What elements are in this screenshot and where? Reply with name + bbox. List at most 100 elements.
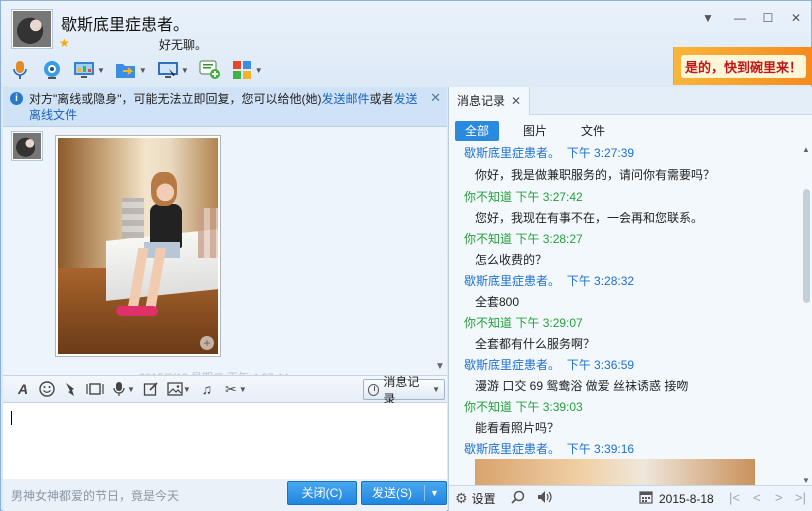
microphone-icon xyxy=(9,59,31,81)
message-history-label: 消息记录 xyxy=(383,374,420,406)
gear-icon: ⚙ xyxy=(455,490,468,506)
message-text: 漫游 口交 69 鸳鸯浴 做爱 丝袜诱惑 接吻 xyxy=(475,379,689,393)
settings-label: 设置 xyxy=(471,492,496,506)
message-header: 你不知道 下午 3:29:07 xyxy=(464,316,583,330)
file-transfer-button[interactable]: ▼ xyxy=(115,59,147,81)
apps-grid-icon xyxy=(231,59,253,81)
message-text: 怎么收费的？ xyxy=(475,253,548,267)
history-filters: 全部 图片 文件 xyxy=(455,121,629,143)
contact-avatar[interactable] xyxy=(11,9,53,49)
message-input[interactable] xyxy=(3,403,447,479)
sender-avatar[interactable] xyxy=(11,131,43,161)
edit-icon[interactable] xyxy=(139,378,163,400)
history-scrollbar[interactable]: ▲ ▼ xyxy=(801,145,811,485)
first-page-icon[interactable]: |< xyxy=(729,490,740,505)
message-header: 你不知道 下午 3:27:42 xyxy=(464,190,583,204)
history-image-thumbnail[interactable] xyxy=(475,459,755,485)
last-page-icon[interactable]: >| xyxy=(795,490,806,505)
message-header: 歇斯底里症患者。 下午 3:27:39 xyxy=(464,146,635,160)
date-value: 2015-8-18 xyxy=(659,491,714,506)
send-options-chevron-icon[interactable]: ▼ xyxy=(430,482,439,504)
settings-button[interactable]: ⚙ 设置 xyxy=(455,490,496,507)
chevron-down-icon[interactable]: ▼ xyxy=(255,66,263,75)
screen-share-button[interactable]: ▼ xyxy=(73,59,105,81)
shake-icon[interactable] xyxy=(59,378,83,400)
message-header: 你不知道 下午 3:28:27 xyxy=(464,232,583,246)
scroll-up-icon[interactable]: ▲ xyxy=(802,145,810,154)
send-label: 发送(S) xyxy=(372,486,412,500)
chevron-down-icon[interactable]: ▼ xyxy=(183,385,191,394)
close-icon[interactable]: ✕ xyxy=(787,9,805,27)
chevron-down-icon[interactable]: ▼ xyxy=(97,66,105,75)
apps-button[interactable]: ▼ xyxy=(231,59,263,81)
chevron-down-icon[interactable]: ▼ xyxy=(181,66,189,75)
zoom-icon[interactable]: + xyxy=(200,336,214,350)
chevron-down-icon[interactable]: ▼ xyxy=(127,385,135,394)
scroll-down-icon[interactable]: ▼ xyxy=(802,476,810,485)
remote-desktop-button[interactable]: ▼ xyxy=(157,59,189,81)
ad-banner[interactable]: 是的，快到碗里来！ xyxy=(673,47,812,85)
tab-message-history[interactable]: 消息记录 ✕ xyxy=(449,87,531,115)
message-text: 全套都有什么服务啊？ xyxy=(475,337,596,351)
input-toolbar: A ▼ ▼ ♫ ✂ ▼ 消息记录 ▼ xyxy=(3,375,447,406)
music-icon[interactable]: ♫ xyxy=(195,378,219,400)
maximize-icon[interactable]: ☐ xyxy=(759,9,777,27)
prev-page-icon[interactable]: < xyxy=(753,490,761,505)
message-header: 歇斯底里症患者。 下午 3:36:59 xyxy=(464,358,635,372)
remote-desktop-icon xyxy=(157,59,179,81)
filter-images[interactable]: 图片 xyxy=(513,121,557,141)
text-caret xyxy=(11,411,12,425)
history-tabbar: 消息记录 ✕ xyxy=(449,87,812,115)
chevron-down-icon[interactable]: ▼ xyxy=(139,66,147,75)
tab-label: 消息记录 xyxy=(457,94,506,108)
history-message-list[interactable]: 歇斯底里症患者。 下午 3:27:39 你好，我是做兼职服务的，请问你有需要吗？… xyxy=(449,145,801,485)
history-panel: 消息记录 ✕ 全部 图片 文件 歇斯底里症患者。 下午 3:27:39 你好，我是… xyxy=(448,87,812,511)
notice-or-text: 或者 xyxy=(369,92,394,106)
next-page-icon[interactable]: > xyxy=(775,490,783,505)
add-app-button[interactable] xyxy=(199,59,221,81)
ad-banner-text: 是的，快到碗里来！ xyxy=(680,54,806,78)
close-icon[interactable]: ✕ xyxy=(430,90,441,106)
close-button[interactable]: 关闭(C) xyxy=(287,481,357,505)
photo-image[interactable]: + xyxy=(58,138,218,354)
search-icon[interactable] xyxy=(511,490,525,504)
send-button[interactable]: 发送(S) ▼ xyxy=(361,481,447,505)
chat-window: 歇斯底里症患者。 ★ 好无聊。 ▼ — ☐ ✕ ▼ ▼ ▼ ▼ 是的，快到碗里来… xyxy=(0,0,812,511)
close-icon[interactable]: ✕ xyxy=(511,94,521,108)
message-text: 全套800 xyxy=(475,295,520,309)
message-text: 能看看照片吗？ xyxy=(475,421,560,435)
screenshot-video-icon[interactable] xyxy=(83,378,107,400)
star-icon[interactable]: ★ xyxy=(59,36,70,50)
contact-signature: 好无聊。 xyxy=(159,38,208,52)
info-icon: i xyxy=(10,92,23,105)
chevron-down-icon[interactable]: ▼ xyxy=(432,385,440,394)
bottom-bar: 男神女神都爱的节日，竟是今天 关闭(C) 发送(S) ▼ xyxy=(3,479,447,511)
chat-message-area[interactable]: + 2015/8/18 星期二 下午 4:27:44 ▼ xyxy=(3,127,447,377)
message-history-button[interactable]: 消息记录 ▼ xyxy=(363,375,445,406)
chevron-down-icon[interactable]: ▼ xyxy=(239,385,247,394)
contact-name[interactable]: 歇斯底里症患者。 xyxy=(61,11,189,35)
screen-share-icon xyxy=(73,59,95,81)
minimize-icon[interactable]: — xyxy=(731,9,749,27)
chevron-down-icon[interactable]: ▼ xyxy=(699,9,717,27)
top-toolbar: ▼ ▼ ▼ ▼ xyxy=(9,57,273,83)
promo-marquee[interactable]: 男神女神都爱的节日，竟是今天 xyxy=(11,487,179,504)
message-header: 歇斯底里症患者。 下午 3:39:16 xyxy=(464,442,635,456)
speaker-icon[interactable] xyxy=(537,490,553,504)
voice-call-button[interactable] xyxy=(9,59,31,81)
filter-files[interactable]: 文件 xyxy=(571,121,615,141)
date-picker[interactable]: 2015-8-18 xyxy=(639,490,714,507)
scrollbar-thumb[interactable] xyxy=(803,189,810,303)
send-email-link[interactable]: 发送邮件 xyxy=(322,92,370,106)
image-message[interactable]: + xyxy=(55,135,221,357)
file-transfer-icon xyxy=(115,59,137,81)
notice-text: 对方"离线或隐身"，可能无法立即回复，您可以给他(她) xyxy=(29,92,322,106)
filter-all[interactable]: 全部 xyxy=(455,121,500,141)
message-header: 歇斯底里症患者。 下午 3:28:32 xyxy=(464,274,635,288)
scroll-down-icon[interactable]: ▼ xyxy=(435,361,445,372)
calendar-icon xyxy=(639,490,653,507)
video-call-icon xyxy=(41,59,63,81)
emoji-icon[interactable] xyxy=(35,378,59,400)
font-icon[interactable]: A xyxy=(11,378,35,400)
video-call-button[interactable] xyxy=(41,59,63,81)
